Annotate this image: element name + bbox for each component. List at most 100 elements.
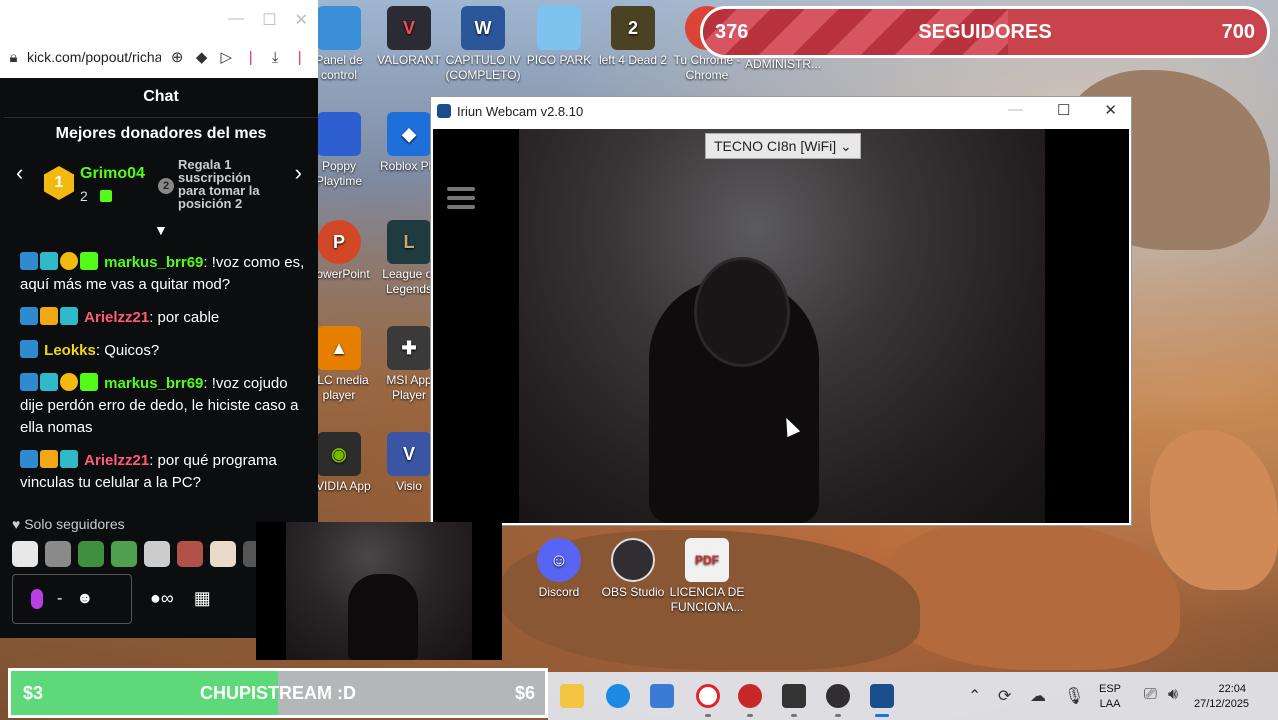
- close-icon[interactable]: ✕: [295, 10, 308, 30]
- desktop-icon-pico-park[interactable]: PICO PARK: [520, 6, 598, 68]
- chat-input[interactable]: - ☻: [12, 574, 132, 624]
- send-icon[interactable]: ▷: [218, 48, 235, 66]
- keyboard-layout: LAA: [1099, 698, 1121, 710]
- clock-date: 27/12/2025: [1194, 698, 1250, 710]
- taskbar: ⌃ ⟳ ☁ 🎙︎ ESP LAA ⎚ 🔊︎ 22:04 27/12/2025: [548, 672, 1278, 720]
- game-app-icon[interactable]: [782, 684, 806, 708]
- opera-icon[interactable]: [696, 684, 720, 708]
- minimize-icon[interactable]: —: [228, 10, 244, 30]
- game-app-icon[interactable]: [738, 684, 762, 708]
- emote-icon[interactable]: [78, 541, 104, 567]
- download-icon[interactable]: ⤓: [267, 49, 284, 66]
- chat-text: : por cable: [149, 309, 220, 326]
- running-indicator: [705, 714, 711, 717]
- pico-park-icon: [537, 6, 581, 50]
- crown-badge-icon: [40, 450, 58, 468]
- store-icon[interactable]: ▦: [194, 588, 211, 609]
- microphone-tray-icon[interactable]: 🎙︎: [1064, 686, 1084, 706]
- discord-icon: ☺: [537, 538, 581, 582]
- iriun-app-icon: [437, 104, 451, 118]
- scroll-down-icon[interactable]: ▼: [154, 222, 168, 238]
- lock-icon[interactable]: 🔒︎: [8, 49, 19, 66]
- emoji-icon[interactable]: ☻: [76, 590, 93, 608]
- desktop-icon-left4dead2[interactable]: 2 left 4 Dead 2: [594, 6, 672, 68]
- followers-only-notice: ♥ Solo seguidores: [12, 516, 125, 532]
- prev-arrow-icon[interactable]: ‹: [16, 160, 23, 186]
- edge-icon[interactable]: [606, 684, 630, 708]
- followers-only-label: Solo seguidores: [24, 516, 125, 532]
- followers-goal-bar: 376 SEGUIDORES 700: [700, 6, 1270, 58]
- donation-target: $6: [514, 683, 535, 703]
- maximize-icon[interactable]: ☐: [1057, 101, 1070, 119]
- emote-icon[interactable]: [111, 541, 137, 567]
- vlc-icon: ▲: [317, 326, 361, 370]
- emote-icon[interactable]: [177, 541, 203, 567]
- minimize-icon[interactable]: —: [1008, 101, 1023, 119]
- emote-icon[interactable]: [45, 541, 71, 567]
- desktop-icon-valorant[interactable]: V VALORANT: [370, 6, 448, 68]
- store-icon[interactable]: [650, 684, 674, 708]
- menu-icon[interactable]: [447, 187, 475, 214]
- cloud-off-icon[interactable]: ☁: [1030, 686, 1046, 706]
- device-select[interactable]: TECNO CI8n [WiFi] ⌄: [705, 133, 861, 159]
- wallpaper-rock: [880, 520, 1180, 670]
- address-bar[interactable]: 🔒︎ kick.com/popout/richard ⊕ ◆ ▷ | ⤓ |: [8, 44, 308, 70]
- shield-icon[interactable]: ◆: [193, 48, 210, 66]
- chat-username[interactable]: Arielzz21: [84, 452, 149, 469]
- chat-message: markus_brr69: !voz cojudo dije perdón er…: [20, 373, 310, 439]
- chat-username[interactable]: markus_brr69: [104, 375, 203, 392]
- language-indicator[interactable]: ESP LAA: [1099, 682, 1121, 712]
- browser-toolbar: — ☐ ✕ 🔒︎ kick.com/popout/richard ⊕ ◆ ▷ |…: [0, 0, 318, 78]
- window-controls: — ☐ ✕: [228, 10, 308, 30]
- show-hidden-icons-icon[interactable]: ⌃: [968, 686, 981, 706]
- divider-bar: |: [248, 48, 253, 66]
- next-arrow-icon[interactable]: ›: [295, 160, 302, 186]
- og-badge-icon: [40, 373, 58, 391]
- desktop-icon-discord[interactable]: ☺ Discord: [520, 538, 598, 600]
- chat-tools: ●∞ ▦: [150, 588, 211, 609]
- desktop-icon-obs-studio[interactable]: OBS Studio: [594, 538, 672, 600]
- donor-name[interactable]: Grimo04: [80, 165, 145, 183]
- kick-logo-icon[interactable]: ●∞: [150, 588, 174, 609]
- clock[interactable]: 22:04 27/12/2025: [1194, 682, 1250, 712]
- chat-username[interactable]: markus_brr69: [104, 254, 203, 271]
- person-head-headphones: [694, 257, 790, 367]
- volume-icon[interactable]: 🔊︎: [1168, 686, 1178, 704]
- microphone-icon[interactable]: [31, 589, 43, 609]
- chat-text: : Quicos?: [95, 342, 160, 359]
- visio-icon: V: [387, 432, 431, 476]
- running-indicator: [747, 714, 753, 717]
- file-explorer-icon[interactable]: [560, 684, 584, 708]
- nvidia-icon: ◉: [317, 432, 361, 476]
- emote-icon[interactable]: [144, 541, 170, 567]
- heart-icon: ♥: [12, 516, 21, 532]
- iriun-taskbar-icon[interactable]: [870, 684, 894, 708]
- desktop-icon-word-doc[interactable]: W CAPITULO IV (COMPLETO): [444, 6, 522, 83]
- wallpaper-rock: [1150, 430, 1278, 590]
- gift-badge-icon: [80, 252, 98, 270]
- donors-title: Mejores donadores del mes: [55, 125, 267, 142]
- rank-2-badge: 2: [158, 178, 174, 194]
- chat-username[interactable]: Arielzz21: [84, 309, 149, 326]
- network-icon[interactable]: ⎚: [1144, 686, 1157, 704]
- chat-username[interactable]: Leokks: [44, 342, 96, 359]
- moderator-badge-icon: [20, 373, 38, 391]
- valorant-icon: V: [387, 6, 431, 50]
- close-icon[interactable]: ✕: [1104, 101, 1117, 119]
- url-text[interactable]: kick.com/popout/richard: [27, 49, 161, 65]
- zoom-icon[interactable]: ⊕: [169, 48, 186, 66]
- clock-time: 22:04: [1218, 683, 1246, 695]
- sync-icon[interactable]: ⟳: [998, 686, 1011, 706]
- msi-app-player-icon: ✚: [387, 326, 431, 370]
- moderator-badge-icon: [20, 340, 38, 358]
- emote-icon[interactable]: [210, 541, 236, 567]
- obs-taskbar-icon[interactable]: [826, 684, 850, 708]
- crown-badge-icon: [40, 307, 58, 325]
- desktop-icon-pdf-licencia[interactable]: PDF LICENCIA DE FUNCIONA...: [668, 538, 746, 615]
- word-icon: W: [461, 6, 505, 50]
- donor-count: 2: [80, 188, 88, 204]
- goal-label: SEGUIDORES: [918, 21, 1052, 43]
- emote-icon[interactable]: [12, 541, 38, 567]
- maximize-icon[interactable]: ☐: [262, 10, 276, 30]
- powerpoint-icon: P: [317, 220, 361, 264]
